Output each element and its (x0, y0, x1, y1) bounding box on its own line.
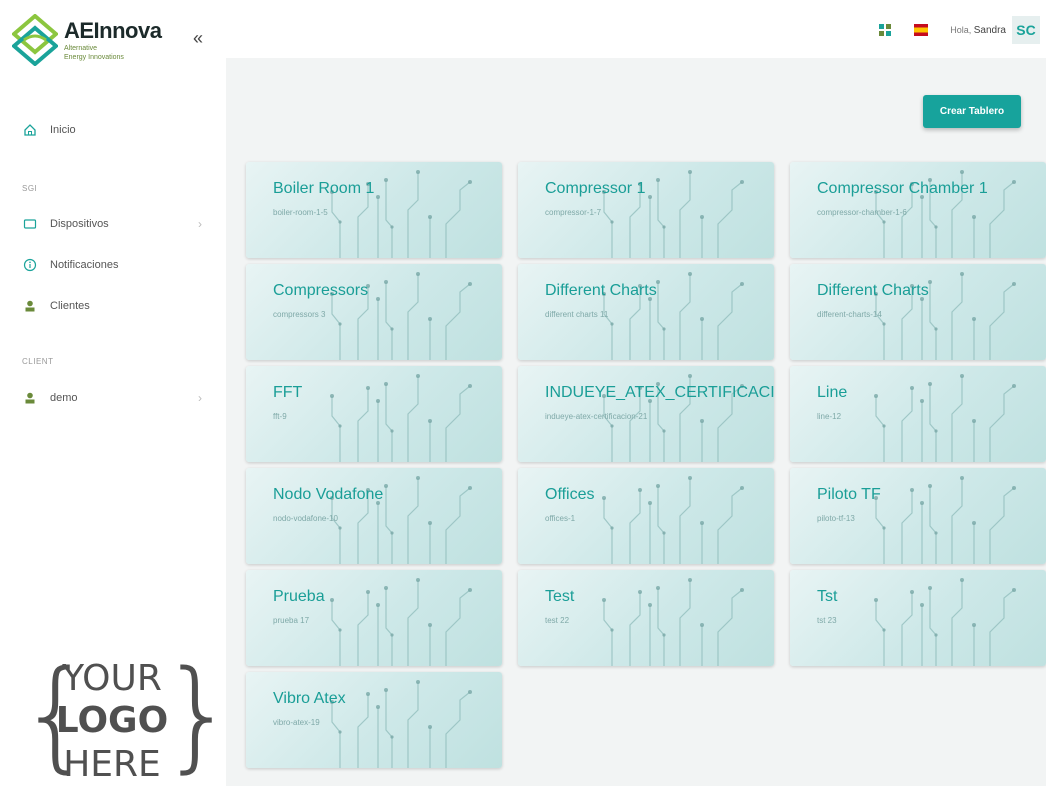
main-content: Hola, Sandra SC Crear Tablero Boiler Roo… (226, 0, 1046, 786)
dashboard-card-title: Test (545, 588, 575, 605)
dashboard-card-slug: boiler-room-1-5 (273, 208, 328, 217)
sidebar-item-label: Inicio (50, 124, 76, 136)
dashboard-card-title: Compressor Chamber 1 (817, 180, 988, 197)
dashboard-card[interactable]: Compressor 1 compressor-1-7 (518, 162, 774, 258)
svg-text:HERE: HERE (63, 744, 161, 784)
circuit-pattern-icon (874, 374, 1016, 462)
dashboard-card[interactable]: Compressor Chamber 1 compressor-chamber-1… (790, 162, 1046, 258)
dashboard-card[interactable]: INDUEYE_ATEX_CERTIFICACION indueye-atex-c… (518, 366, 774, 462)
your-logo-placeholder: { } YOUR LOGO HERE (18, 648, 212, 784)
dashboard-card-slug: compressors 3 (273, 310, 326, 319)
dashboard-card[interactable]: Offices offices-1 (518, 468, 774, 564)
dashboard-card-slug: compressor-1-7 (545, 208, 602, 217)
sidebar-item-notificaciones[interactable]: Notificaciones (22, 254, 212, 276)
section-label-client: CLIENT (22, 357, 54, 366)
brand-tagline-2: Energy Innovations (64, 54, 124, 61)
dashboard-card-title: Prueba (273, 588, 325, 605)
dashboard-card[interactable]: Different Charts different charts 11 (518, 264, 774, 360)
circuit-pattern-icon (330, 374, 472, 462)
person-icon (22, 298, 38, 314)
sidebar-item-label: Dispositivos (50, 218, 109, 230)
dashboard-card-slug: piloto-tf-13 (817, 514, 855, 523)
dashboard-card-title: INDUEYE_ATEX_CERTIFICACION (545, 384, 774, 401)
avatar[interactable]: SC (1012, 16, 1040, 44)
dashboard-card-slug: fft-9 (273, 412, 287, 421)
circuit-pattern-icon (602, 476, 744, 564)
dashboard-card-title: Vibro Atex (273, 690, 346, 707)
section-label-sgi: SGI (22, 184, 38, 193)
circuit-pattern-icon (874, 476, 1016, 564)
dashboard-card-title: Different Charts (545, 282, 657, 299)
dashboard-card-title: Offices (545, 486, 595, 503)
circuit-pattern-icon (330, 272, 472, 360)
brand-name: AEInnova (64, 18, 162, 43)
sidebar-item-label: Notificaciones (50, 259, 119, 271)
dashboard-card[interactable]: Piloto TF piloto-tf-13 (790, 468, 1046, 564)
dashboard-card-slug: compressor-chamber-1-6 (817, 208, 907, 217)
home-icon (22, 122, 38, 138)
sidebar-item-label: Clientes (50, 300, 90, 312)
dashboard-card-title: FFT (273, 384, 303, 401)
sidebar-item-dispositivos[interactable]: Dispositivos › (22, 213, 212, 235)
sidebar-item-label: demo (50, 392, 78, 404)
dashboard-card[interactable]: Compressors compressors 3 (246, 264, 502, 360)
dashboard-card[interactable]: FFT fft-9 (246, 366, 502, 462)
dashboard-card-title: Different Charts (817, 282, 929, 299)
chevron-right-icon: › (198, 217, 202, 231)
brand-tagline-1: Alternative (64, 45, 98, 52)
dashboard-card-slug: different charts 11 (545, 310, 609, 319)
spain-flag-icon[interactable] (914, 23, 929, 37)
apps-grid-icon[interactable] (878, 23, 892, 37)
sidebar: AEInnova Alternative Energy Innovations … (0, 0, 226, 786)
dashboard-card[interactable]: Tst tst 23 (790, 570, 1046, 666)
circuit-pattern-icon (874, 272, 1016, 360)
user-greeting: Hola, Sandra (950, 24, 1006, 36)
dashboard-card-slug: vibro-atex-19 (273, 718, 320, 727)
dashboard-card[interactable]: Test test 22 (518, 570, 774, 666)
dashboard-card[interactable]: Nodo Vodafone nodo-vodafone-10 (246, 468, 502, 564)
brand-logo[interactable]: AEInnova Alternative Energy Innovations (12, 10, 172, 70)
dashboard-card[interactable]: Vibro Atex vibro-atex-19 (246, 672, 502, 768)
svg-text:LOGO: LOGO (56, 700, 168, 741)
info-icon (22, 257, 38, 273)
dashboard-card-slug: prueba 17 (273, 616, 310, 625)
dashboard-card-title: Tst (817, 588, 838, 605)
dashboard-card-slug: nodo-vodafone-10 (273, 514, 338, 523)
dashboard-card[interactable]: Boiler Room 1 boiler-room-1-5 (246, 162, 502, 258)
collapse-sidebar-button[interactable]: « (188, 28, 208, 48)
circuit-pattern-icon (602, 272, 744, 360)
dashboard-card-slug: indueye-atex-certificacion-21 (545, 412, 648, 421)
sidebar-item-demo[interactable]: demo › (22, 387, 212, 409)
sidebar-item-inicio[interactable]: Inicio (22, 119, 212, 141)
dashboard-card[interactable]: Line line-12 (790, 366, 1046, 462)
sidebar-item-clientes[interactable]: Clientes (22, 295, 212, 317)
device-icon (22, 216, 38, 232)
svg-text:YOUR: YOUR (61, 658, 162, 699)
dashboard-card-slug: test 22 (545, 616, 570, 625)
dashboard-card[interactable]: Prueba prueba 17 (246, 570, 502, 666)
dashboard-card-title: Nodo Vodafone (273, 486, 384, 503)
circuit-pattern-icon (330, 476, 472, 564)
dashboard-card-slug: line-12 (817, 412, 842, 421)
dashboard-card-title: Compressor 1 (545, 180, 646, 197)
person-icon (22, 390, 38, 406)
topbar: Hola, Sandra SC (226, 0, 1046, 58)
chevron-right-icon: › (198, 391, 202, 405)
dashboard-card-slug: different-charts-14 (817, 310, 882, 319)
circuit-pattern-icon (602, 170, 744, 258)
dashboard-card-title: Boiler Room 1 (273, 180, 375, 197)
circuit-pattern-icon (330, 578, 472, 666)
create-dashboard-button[interactable]: Crear Tablero (923, 95, 1021, 128)
circuit-pattern-icon (330, 680, 472, 768)
dashboard-card-slug: offices-1 (545, 514, 576, 523)
dashboard-card[interactable]: Different Charts different-charts-14 (790, 264, 1046, 360)
dashboard-card-title: Piloto TF (817, 486, 881, 503)
circuit-pattern-icon (874, 578, 1016, 666)
circuit-pattern-icon (330, 170, 472, 258)
circuit-pattern-icon (602, 578, 744, 666)
dashboard-card-title: Compressors (273, 282, 369, 299)
dashboard-card-slug: tst 23 (817, 616, 837, 625)
aeinnova-logo-icon (12, 14, 58, 66)
dashboard-card-title: Line (817, 384, 848, 401)
